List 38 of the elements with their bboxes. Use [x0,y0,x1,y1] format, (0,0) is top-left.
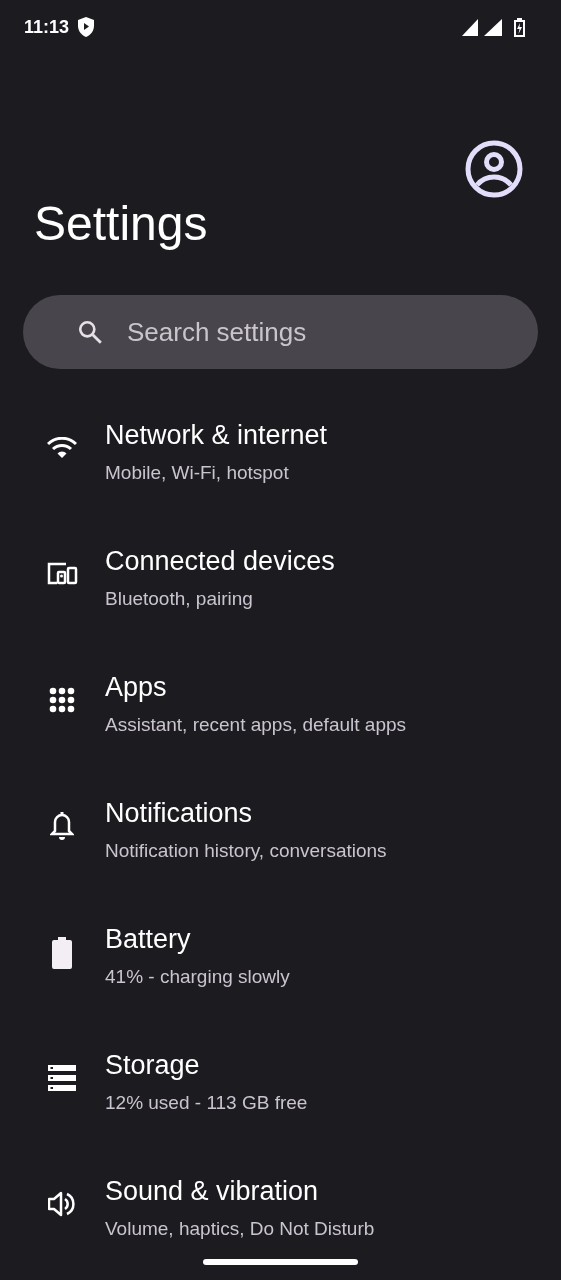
item-subtitle: 41% - charging slowly [105,964,290,989]
signal-icon [484,18,502,36]
item-subtitle: Notification history, conversations [105,838,387,863]
item-subtitle: Mobile, Wi-Fi, hotspot [105,460,290,485]
item-subtitle: 12% used - 113 GB free [105,1090,308,1115]
search-field[interactable]: Search settings [125,311,538,353]
item-subtitle: Volume, haptics, Do Not Disturb [105,1216,375,1241]
page-title: Settings [33,200,209,248]
search-icon [77,319,103,345]
shield-icon [77,17,96,37]
apps-grid-icon [49,687,75,713]
storage-icon [48,1065,76,1091]
speaker-icon [48,1191,76,1217]
item-title: Network & internet [105,421,328,451]
battery-charging-icon [514,17,525,37]
item-title: Connected devices [105,547,335,577]
settings-item[interactable]: Network & internet Mobile, Wi-Fi, hotspot [0,421,561,547]
item-title: Apps [105,673,168,703]
signal-icon [462,18,480,36]
account-icon[interactable] [465,140,523,198]
settings-item[interactable]: Battery 41% - charging slowly [0,925,561,1051]
item-title: Storage [105,1051,201,1081]
search-bar[interactable]: Search settings [23,295,538,369]
battery-icon [52,937,72,969]
clock-time: 11:13 [24,15,70,39]
settings-item[interactable]: Storage 12% used - 113 GB free [0,1051,561,1177]
item-subtitle: Bluetooth, pairing [105,586,254,611]
settings-item[interactable]: Notifications Notification history, conversations [0,799,561,925]
wifi-icon [47,437,77,459]
devices-icon [46,562,78,586]
settings-item[interactable]: Connected devices Bluetooth, pairing [0,547,561,673]
item-title: Battery [105,925,192,955]
settings-item[interactable]: Sound & vibration Volume, haptics, Do Not Disturb [0,1177,561,1244]
item-title: Sound & vibration [105,1177,320,1207]
item-title: Notifications [105,799,254,829]
item-subtitle: Assistant, recent apps, default apps [105,712,406,737]
bell-icon [50,811,74,841]
settings-item[interactable]: Apps Assistant, recent apps, default apps [0,673,561,799]
